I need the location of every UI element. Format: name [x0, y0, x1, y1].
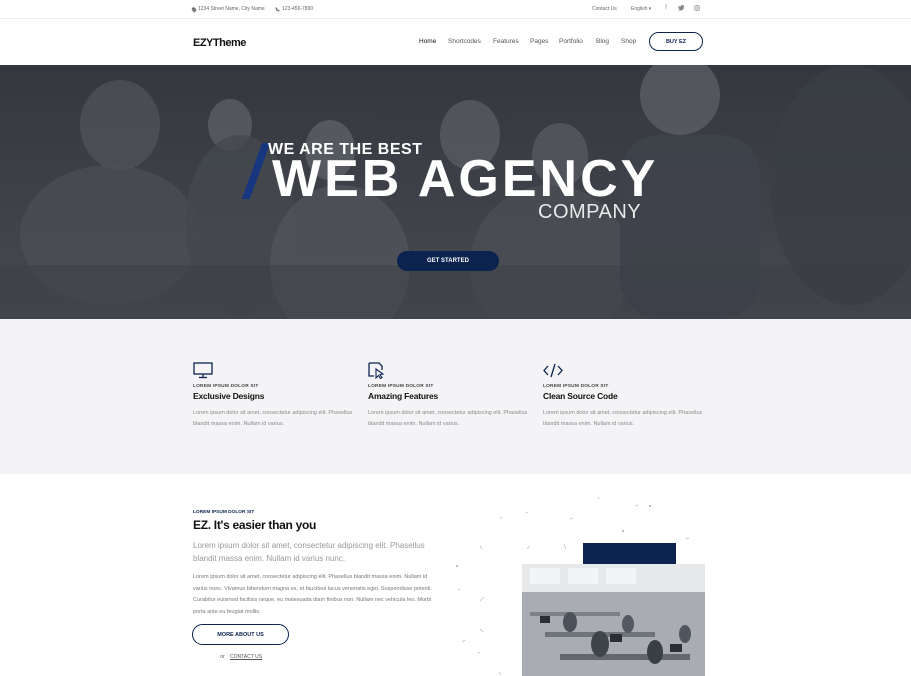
about-lead: Lorem ipsum dolor sit amet, consectetur … — [193, 541, 425, 563]
nav-portfolio[interactable]: Portfolio — [559, 38, 583, 45]
hero-tagline: COMPANY — [538, 201, 642, 223]
office-photo-illustration — [455, 496, 705, 676]
feature-eyebrow: LOREM IPSUM DOLOR SIT — [193, 384, 259, 389]
phone-text: 123-456-7890 — [282, 6, 314, 12]
contact-us-link[interactable]: CONTACT US — [230, 654, 262, 660]
map-pin-icon — [190, 5, 198, 13]
buy-button[interactable]: BUY EZ — [649, 32, 703, 51]
hero-title: WEB AGENCY — [272, 150, 659, 208]
nav-home[interactable]: Home — [419, 38, 436, 45]
feature-amazing-features: LOREM IPSUM DOLOR SIT Amazing Features L… — [368, 362, 538, 430]
site-logo[interactable]: EZYTheme — [193, 37, 246, 49]
nav-shop[interactable]: Shop — [621, 38, 636, 45]
feature-title: Clean Source Code — [543, 391, 618, 401]
address-text: 1234 Street Name, City Name — [198, 6, 265, 12]
about-eyebrow: LOREM IPSUM DOLOR SIT — [193, 510, 255, 515]
more-about-us-button[interactable]: MORE ABOUT US — [192, 624, 289, 645]
twitter-icon[interactable] — [677, 4, 685, 13]
features-section: LOREM IPSUM DOLOR SIT Exclusive Designs … — [0, 319, 911, 474]
phone-info: 123-456-7890 — [275, 6, 313, 12]
chevron-down-icon: ▾ — [648, 6, 652, 12]
phone-icon — [275, 7, 280, 11]
feature-eyebrow: LOREM IPSUM DOLOR SIT — [368, 384, 434, 389]
about-title: EZ. It's easier than you — [193, 518, 317, 532]
feature-title: Amazing Features — [368, 391, 439, 401]
site-header: EZYTheme Home Shortcodes Features Pages … — [0, 19, 911, 65]
about-section: LOREM IPSUM DOLOR SIT EZ. It's easier th… — [0, 474, 911, 676]
feature-title: Exclusive Designs — [193, 391, 265, 401]
nav-shortcodes[interactable]: Shortcodes — [448, 38, 481, 45]
nav-features[interactable]: Features — [493, 38, 519, 45]
facebook-icon[interactable]: f — [662, 5, 670, 11]
nav-pages[interactable]: Pages — [530, 38, 548, 45]
feature-text: Lorem ipsum dolor sit amet, consectetur … — [193, 410, 353, 427]
code-icon — [543, 363, 563, 378]
feature-clean-source-code: LOREM IPSUM DOLOR SIT Clean Source Code … — [543, 362, 713, 430]
or-separator: or — [220, 654, 225, 660]
about-body: Lorem ipsum dolor sit amet, consectetur … — [193, 574, 432, 615]
language-label: English — [631, 6, 648, 12]
feature-eyebrow: LOREM IPSUM DOLOR SIT — [543, 384, 609, 389]
monitor-icon — [193, 362, 213, 379]
language-selector[interactable]: English ▾ — [631, 6, 651, 12]
instagram-icon[interactable] — [693, 5, 701, 13]
address-info: 1234 Street Name, City Name — [190, 5, 265, 13]
get-started-button[interactable]: GET STARTED — [397, 251, 499, 271]
hero-section: WE ARE THE BEST WEB AGENCY COMPANY GET S… — [0, 65, 911, 319]
feature-exclusive-designs: LOREM IPSUM DOLOR SIT Exclusive Designs … — [193, 362, 363, 430]
feature-text: Lorem ipsum dolor sit amet, consectetur … — [368, 410, 528, 427]
nav-blog[interactable]: Blog — [596, 38, 609, 45]
top-bar: 1234 Street Name, City Name 123-456-7890… — [0, 0, 911, 19]
feature-text: Lorem ipsum dolor sit amet, consectetur … — [543, 410, 703, 427]
cursor-icon — [368, 362, 385, 379]
contact-us-link[interactable]: Contact Us — [592, 6, 617, 12]
